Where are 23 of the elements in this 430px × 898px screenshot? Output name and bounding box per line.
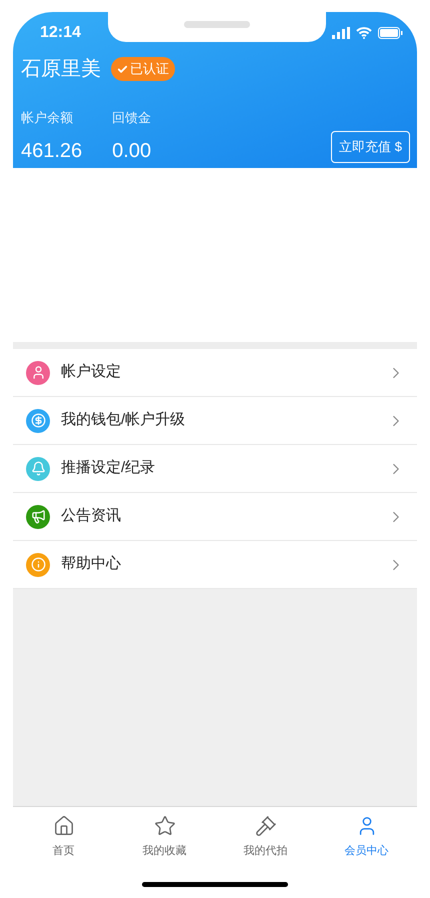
- menu-label: 我的钱包/帐户升级: [61, 410, 186, 430]
- tab-item[interactable]: 会员中心: [316, 815, 417, 861]
- tab-item[interactable]: 我的代拍: [215, 815, 316, 861]
- recharge-button[interactable]: 立即充值 $: [331, 131, 410, 162]
- menu-label: 帮助中心: [61, 554, 122, 574]
- user-name: 石原里美: [21, 57, 101, 82]
- tab-item[interactable]: 我的收藏: [114, 815, 215, 861]
- balance-value: 0.00: [112, 138, 152, 164]
- balance-label: 回馈金: [112, 109, 152, 127]
- verified-badge: 已认证: [111, 57, 175, 81]
- menu-label: 公告资讯: [61, 506, 122, 526]
- wifi-icon: [356, 27, 372, 39]
- balance-label: 帐户余额: [21, 109, 74, 127]
- star-icon: [154, 815, 176, 837]
- balance-value: 461.26: [21, 138, 82, 164]
- signal-icon: [332, 27, 350, 39]
- menu-label: 推播设定/纪录: [61, 458, 156, 478]
- battery-icon: [378, 27, 403, 39]
- gavel-icon: [254, 815, 276, 837]
- tab-item[interactable]: 首页: [13, 815, 114, 861]
- menu-label: 帐户设定: [61, 362, 122, 382]
- home-icon: [52, 815, 74, 837]
- status-time: 12:14: [40, 23, 81, 43]
